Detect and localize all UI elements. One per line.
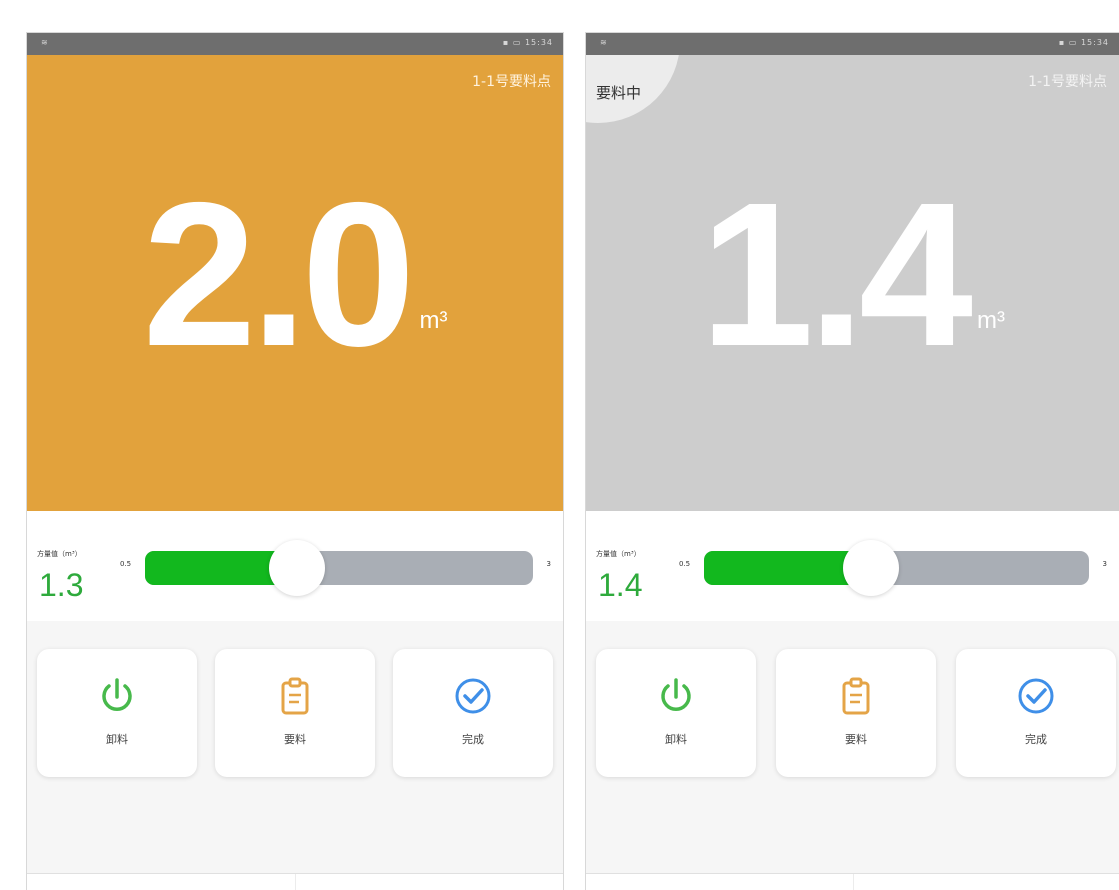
action-buttons: 卸料 要料 完成	[27, 621, 563, 873]
status-info: ▪ ▭ 15:34	[502, 38, 553, 47]
volume-unit: m³	[419, 307, 448, 334]
bottom-navigation	[27, 873, 563, 890]
signal-icon: ≋	[600, 38, 607, 47]
complete-button[interactable]: 完成	[956, 649, 1116, 777]
tablet-screen-left: ≋ ▪ ▭ 15:34 1-1号要料点 2.0 m³ 方量值（m³） 1.3 0.…	[27, 33, 563, 890]
power-icon	[102, 678, 132, 711]
signal-icon: ≋	[41, 38, 48, 47]
slider-thumb[interactable]	[842, 540, 899, 596]
request-material-label: 要料	[845, 733, 867, 746]
complete-label: 完成	[1025, 733, 1047, 746]
slider-max-label: 3	[1102, 560, 1107, 568]
volume-selector: 方量值（m³） 1.4 0.5 3	[586, 511, 1119, 621]
status-bar: ≋ ▪ ▭ 15:34	[586, 33, 1119, 55]
unload-button[interactable]: 卸料	[596, 649, 756, 777]
request-material-button[interactable]: 要料	[215, 649, 375, 777]
action-buttons: 卸料 要料 完成	[586, 621, 1119, 873]
volume-value: 1.3	[39, 567, 84, 603]
status-bar: ≋ ▪ ▭ 15:34	[27, 33, 563, 55]
nav-tab-profile[interactable]	[295, 874, 563, 890]
tablet-screen-right: ≋ ▪ ▭ 15:34 要料中 1-1号要料点 1.4 m³ 方量值（m³） 1.…	[586, 33, 1119, 890]
complete-button[interactable]: 完成	[393, 649, 553, 777]
power-icon	[661, 678, 691, 711]
request-material-label: 要料	[284, 733, 306, 746]
clipboard-icon	[281, 677, 309, 715]
requested-volume: 1.4	[700, 160, 973, 389]
big-volume: 1.4 m³	[586, 165, 1119, 385]
request-material-button[interactable]: 要料	[776, 649, 936, 777]
slider-min-label: 0.5	[120, 560, 132, 568]
unload-label: 卸料	[106, 733, 128, 746]
status-badge-text: 要料中	[596, 84, 642, 102]
big-volume: 2.0 m³	[27, 165, 563, 385]
volume-value: 1.4	[598, 567, 643, 603]
nav-tab-profile[interactable]	[853, 874, 1119, 890]
volume-slider[interactable]	[145, 540, 533, 596]
volume-label: 方量值（m³）	[37, 550, 82, 558]
check-circle-icon	[1018, 678, 1054, 714]
complete-label: 完成	[462, 733, 484, 746]
volume-display: 要料中 1-1号要料点 1.4 m³	[586, 55, 1119, 511]
volume-selector: 方量值（m³） 1.3 0.5 3	[27, 511, 563, 621]
nav-tab-dispatch[interactable]	[27, 874, 296, 890]
slider-min-label: 0.5	[679, 560, 691, 568]
bottom-navigation	[586, 873, 1119, 890]
station-name: 1-1号要料点	[472, 74, 551, 90]
clipboard-icon	[842, 677, 870, 715]
volume-unit: m³	[977, 307, 1005, 334]
check-circle-icon	[455, 678, 491, 714]
unload-label: 卸料	[665, 733, 687, 746]
slider-max-label: 3	[546, 560, 551, 568]
volume-label: 方量值（m³）	[596, 550, 641, 558]
status-info: ▪ ▭ 15:34	[1058, 38, 1109, 47]
unload-button[interactable]: 卸料	[37, 649, 197, 777]
volume-display: 1-1号要料点 2.0 m³	[27, 55, 563, 511]
station-name: 1-1号要料点	[1028, 74, 1107, 90]
slider-thumb[interactable]	[269, 540, 326, 596]
requested-volume: 2.0	[142, 160, 416, 389]
nav-tab-dispatch[interactable]	[586, 874, 854, 890]
volume-slider[interactable]	[704, 540, 1089, 596]
